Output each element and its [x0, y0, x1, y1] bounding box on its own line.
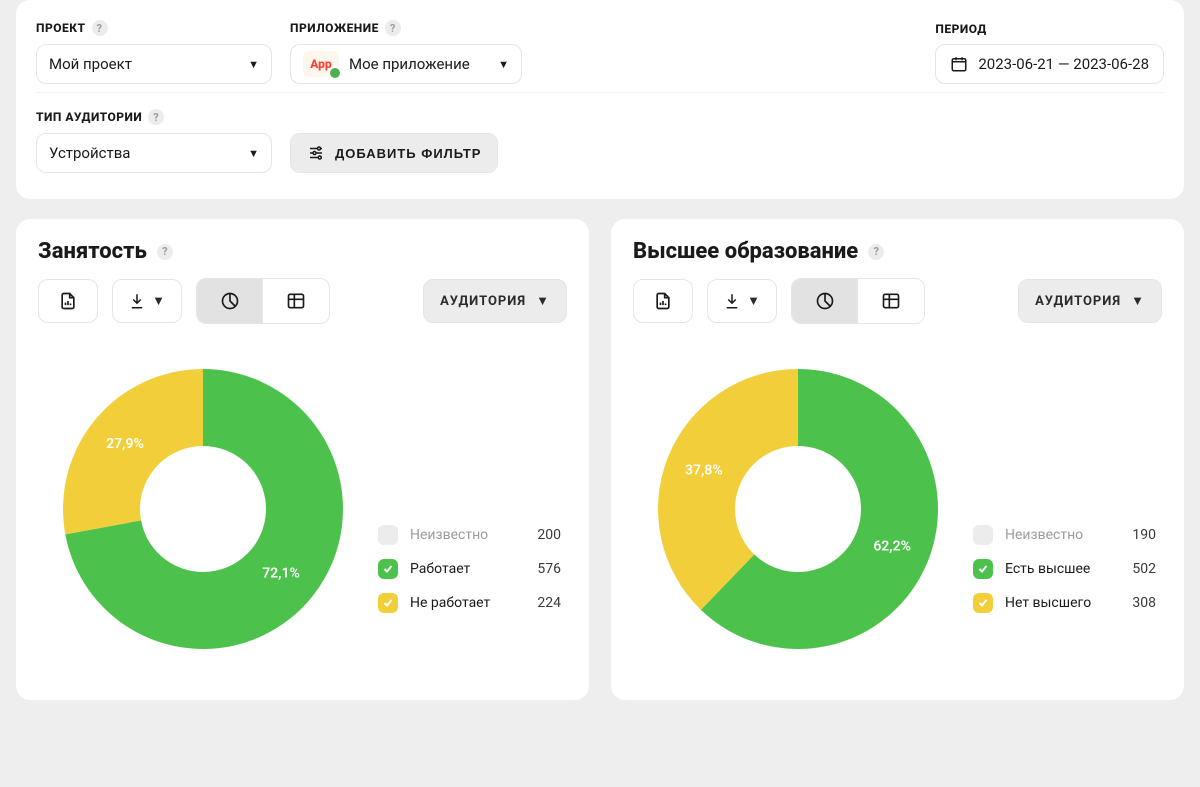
app-select[interactable]: App Мое приложение ▼	[290, 44, 522, 84]
help-icon[interactable]: ?	[92, 20, 108, 36]
table-icon	[286, 291, 306, 311]
legend-label: Неизвестно	[1005, 527, 1108, 543]
education-legend: Неизвестно 190 Есть высшее 502 Нет высшего 30…	[973, 405, 1162, 613]
view-toggle	[196, 278, 330, 324]
checkbox-icon	[973, 525, 993, 545]
audience-type-filter: ТИП АУДИТОРИИ ? Устройства ▼	[36, 109, 272, 173]
chevron-down-icon: ▼	[248, 147, 259, 160]
export-csv-button[interactable]	[633, 279, 693, 323]
card-title: Занятость ?	[38, 239, 567, 264]
legend-label: Есть высшее	[1005, 561, 1108, 577]
help-icon[interactable]: ?	[385, 20, 401, 36]
svg-text:27,9%: 27,9%	[106, 436, 144, 452]
table-icon	[881, 291, 901, 311]
pie-icon	[220, 291, 240, 311]
app-label: ПРИЛОЖЕНИЕ ?	[290, 20, 522, 36]
pie-icon	[815, 291, 835, 311]
education-donut: 62,2% 37,8%	[633, 344, 963, 674]
employment-legend: Неизвестно 200 Работает 576 Не работает 224	[378, 405, 567, 613]
legend-label: Неизвестно	[410, 527, 513, 543]
chevron-down-icon: ▼	[248, 58, 259, 71]
add-filter-button[interactable]: ДОБАВИТЬ ФИЛЬТР	[290, 133, 498, 173]
audience-type-select[interactable]: Устройства ▼	[36, 133, 272, 173]
chevron-down-icon: ▼	[747, 293, 761, 309]
download-icon	[128, 292, 146, 310]
svg-text:37,8%: 37,8%	[685, 463, 723, 479]
app-badge-icon: App	[303, 51, 339, 77]
legend-item[interactable]: Работает 576	[378, 559, 561, 579]
chevron-down-icon: ▼	[536, 293, 550, 309]
help-icon[interactable]: ?	[868, 244, 884, 260]
legend-label: Работает	[410, 561, 513, 577]
legend-value: 224	[525, 595, 561, 611]
checkbox-icon	[973, 559, 993, 579]
legend-value: 190	[1120, 527, 1156, 543]
checkbox-icon	[378, 525, 398, 545]
download-icon	[723, 292, 741, 310]
period-filter: ПЕРИОД 2023-06-21 — 2023-06-28	[935, 22, 1164, 84]
legend-value: 576	[525, 561, 561, 577]
sliders-icon	[307, 144, 325, 162]
checkbox-icon	[378, 559, 398, 579]
employment-donut: 72,1% 27,9%	[38, 344, 368, 674]
download-button[interactable]: ▼	[112, 279, 182, 323]
legend-item[interactable]: Не работает 224	[378, 593, 561, 613]
view-table-button[interactable]	[263, 279, 329, 323]
calendar-icon	[950, 55, 968, 73]
audience-button[interactable]: АУДИТОРИЯ ▼	[423, 279, 567, 323]
filters-panel: ПРОЕКТ ? Мой проект ▼ ПРИЛОЖЕНИЕ ? App М…	[16, 0, 1184, 199]
employment-card: Занятость ? ▼ АУДИТОРИЯ ▼	[16, 219, 589, 700]
legend-item[interactable]: Неизвестно 200	[378, 525, 561, 545]
period-select[interactable]: 2023-06-21 — 2023-06-28	[935, 44, 1164, 84]
chevron-down-icon: ▼	[1131, 293, 1145, 309]
checkbox-icon	[378, 593, 398, 613]
legend-label: Не работает	[410, 595, 513, 611]
chevron-down-icon: ▼	[498, 58, 509, 71]
help-icon[interactable]: ?	[148, 109, 164, 125]
legend-item[interactable]: Неизвестно 190	[973, 525, 1156, 545]
card-toolbar: ▼ АУДИТОРИЯ ▼	[633, 278, 1162, 324]
cards-row: Занятость ? ▼ АУДИТОРИЯ ▼	[16, 219, 1184, 700]
legend-label: Нет высшего	[1005, 595, 1108, 611]
legend-item[interactable]: Нет высшего 308	[973, 593, 1156, 613]
card-toolbar: ▼ АУДИТОРИЯ ▼	[38, 278, 567, 324]
view-toggle	[791, 278, 925, 324]
project-select[interactable]: Мой проект ▼	[36, 44, 272, 84]
view-chart-button[interactable]	[792, 279, 858, 323]
app-filter: ПРИЛОЖЕНИЕ ? App Мое приложение ▼	[290, 20, 522, 84]
project-label: ПРОЕКТ ?	[36, 20, 272, 36]
download-button[interactable]: ▼	[707, 279, 777, 323]
education-card: Высшее образование ? ▼ АУДИТОРИЯ	[611, 219, 1184, 700]
view-table-button[interactable]	[858, 279, 924, 323]
audience-button[interactable]: АУДИТОРИЯ ▼	[1018, 279, 1162, 323]
view-chart-button[interactable]	[197, 279, 263, 323]
svg-text:62,2%: 62,2%	[873, 539, 911, 555]
chevron-down-icon: ▼	[152, 293, 166, 309]
checkbox-icon	[973, 593, 993, 613]
help-icon[interactable]: ?	[157, 244, 173, 260]
file-chart-icon	[58, 291, 78, 311]
legend-value: 200	[525, 527, 561, 543]
legend-value: 308	[1120, 595, 1156, 611]
project-filter: ПРОЕКТ ? Мой проект ▼	[36, 20, 272, 84]
period-label: ПЕРИОД	[935, 22, 1164, 36]
legend-item[interactable]: Есть высшее 502	[973, 559, 1156, 579]
svg-text:72,1%: 72,1%	[262, 566, 300, 582]
file-chart-icon	[653, 291, 673, 311]
card-title: Высшее образование ?	[633, 239, 1162, 264]
audience-type-label: ТИП АУДИТОРИИ ?	[36, 109, 272, 125]
export-csv-button[interactable]	[38, 279, 98, 323]
legend-value: 502	[1120, 561, 1156, 577]
